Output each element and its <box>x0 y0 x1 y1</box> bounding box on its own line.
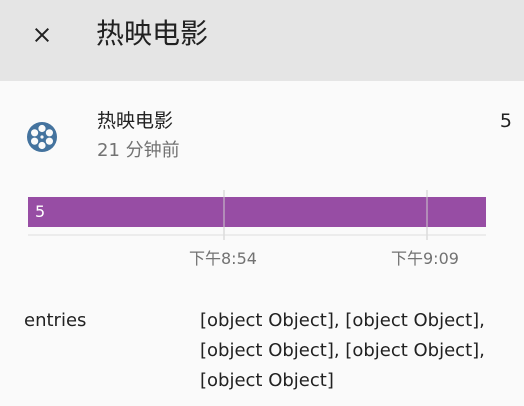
tick-label: 下午8:54 <box>189 249 257 268</box>
entity-name: 热映电影 <box>97 110 174 132</box>
attribute-value: [object Object], [object Object], [objec… <box>200 310 485 391</box>
close-icon <box>35 28 49 42</box>
dialog-title: 热映电影 <box>96 17 209 50</box>
timeline-bar <box>28 197 486 227</box>
attribute-key: entries <box>24 310 87 331</box>
dialog-header: 热映电影 <box>0 0 524 81</box>
entity-state: 5 <box>499 110 512 132</box>
close-button[interactable] <box>18 11 66 59</box>
last-changed: 21 分钟前 <box>97 140 180 161</box>
tick-label: 下午9:09 <box>391 249 459 268</box>
film-reel-icon <box>27 122 57 152</box>
timeline-bar-label: 5 <box>35 202 46 221</box>
entity-row: 热映电影 21 分钟前 5 <box>0 100 524 170</box>
history-timeline: 5 下午8:54 下午9:09 <box>0 180 524 280</box>
